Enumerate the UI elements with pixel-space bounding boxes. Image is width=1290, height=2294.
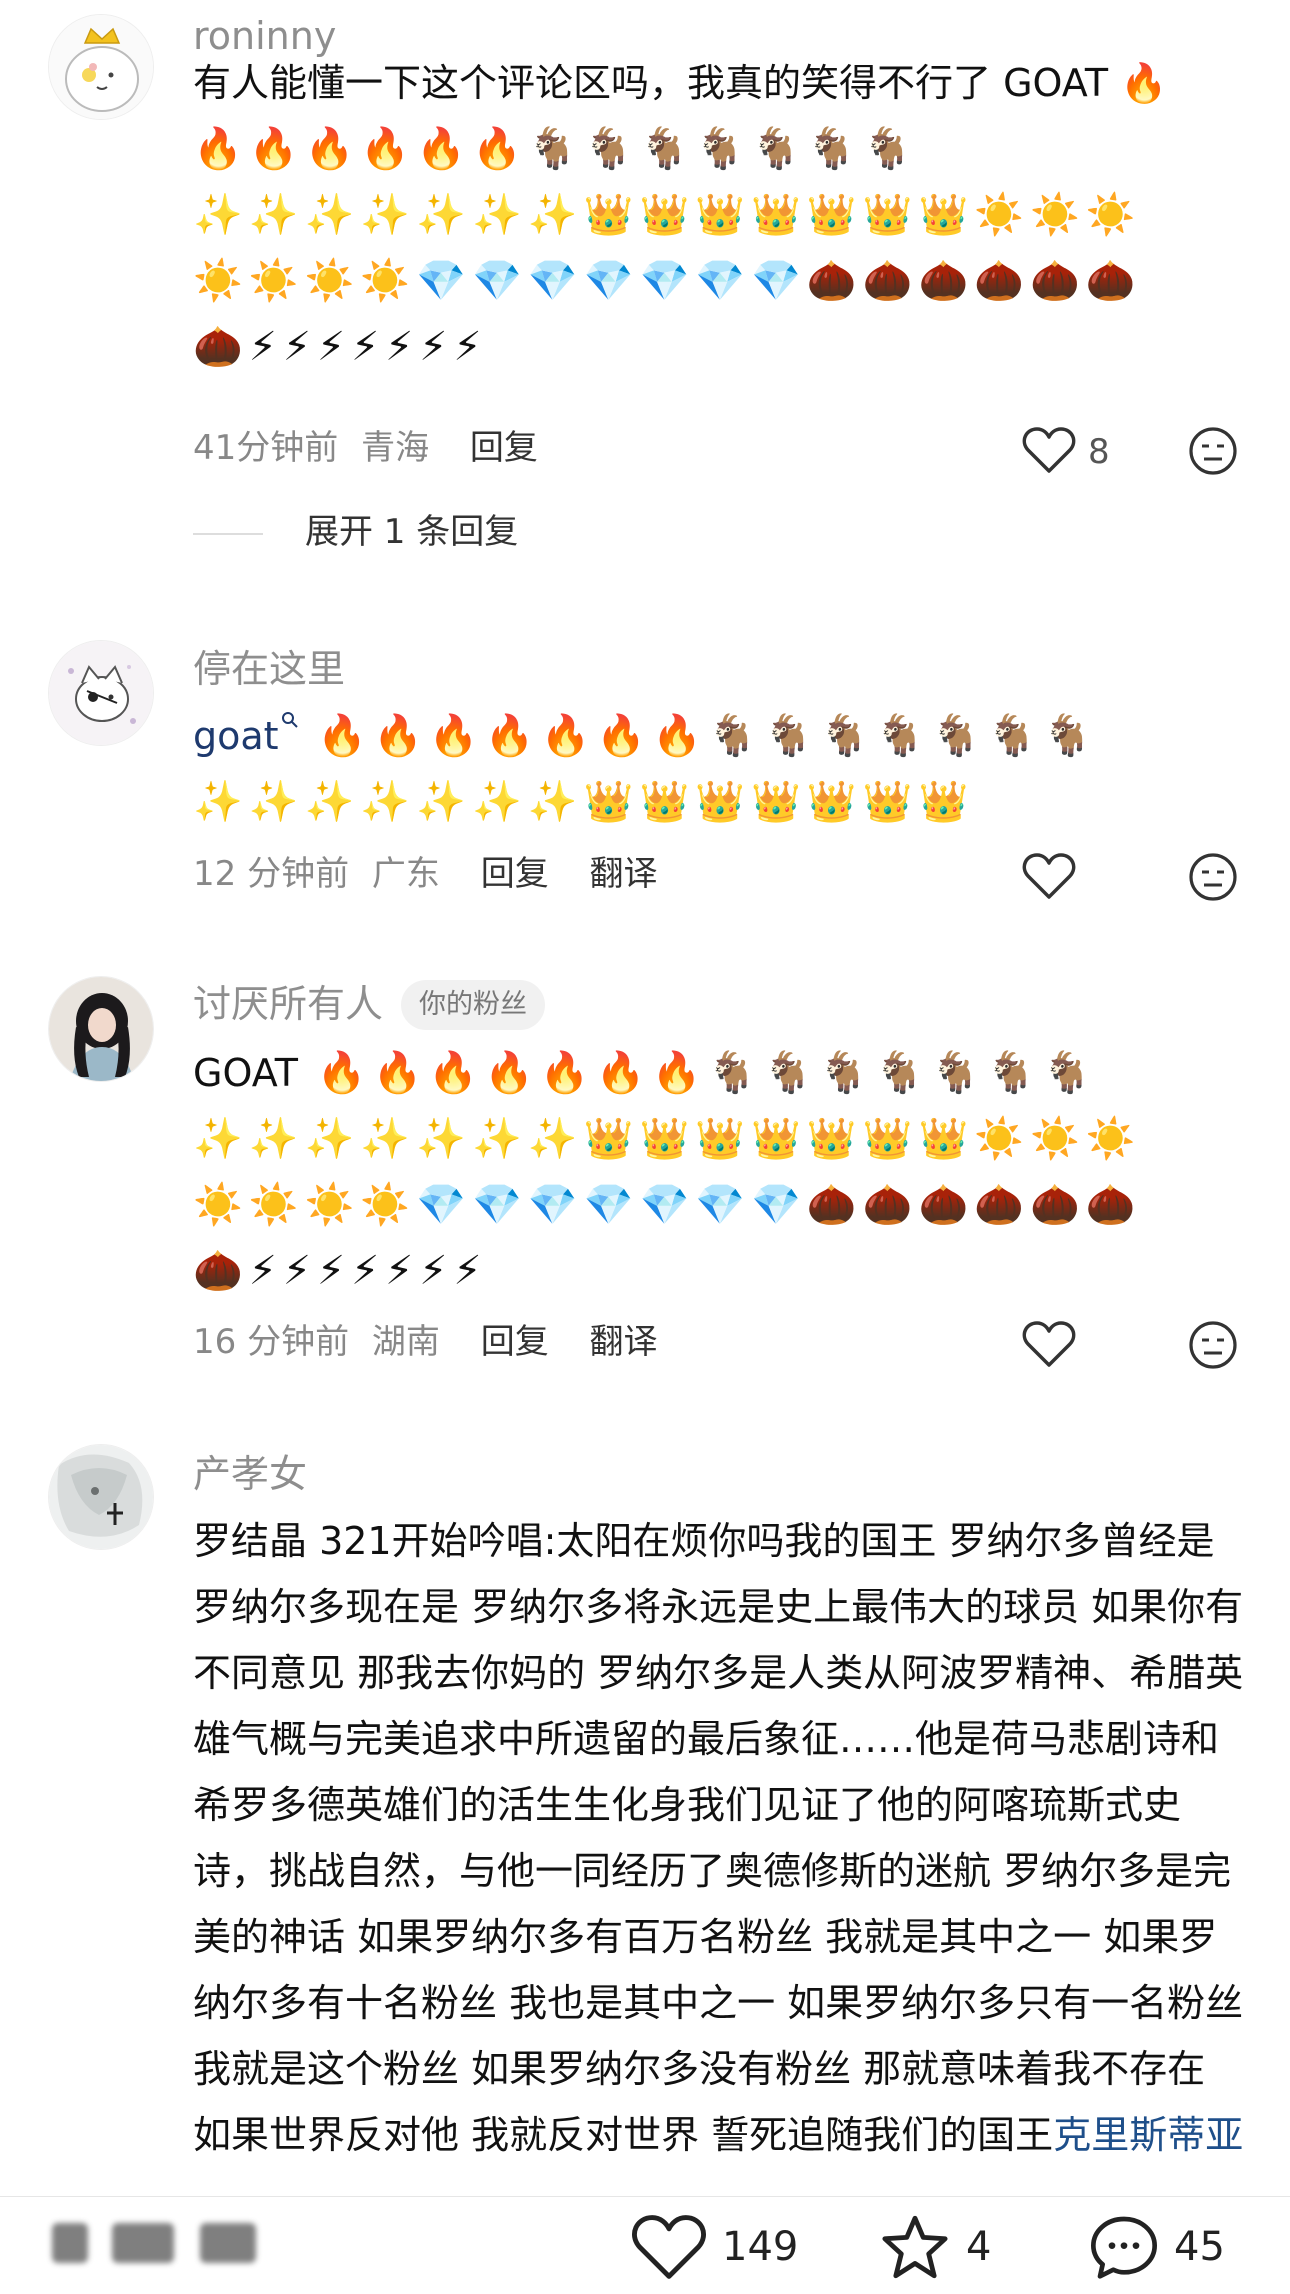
translate-button[interactable]: 翻译 (590, 1322, 658, 1362)
star-icon (882, 2215, 948, 2279)
emoji-row: 🌰⚡⚡⚡⚡⚡⚡⚡ (193, 1248, 488, 1294)
comment-input-placeholder[interactable] (112, 2223, 174, 2263)
comment-prefix: GOAT (193, 1051, 298, 1095)
bottom-action-bar: 149 4 45 (0, 2196, 1290, 2294)
cat-crown-avatar-icon (49, 15, 153, 119)
translate-button[interactable]: 翻译 (590, 854, 658, 894)
pirate-cat-avatar-icon (49, 641, 153, 745)
comment-input-placeholder[interactable] (52, 2223, 88, 2263)
like-button[interactable] (1022, 848, 1082, 904)
anime-avatar-icon (49, 1445, 153, 1549)
comment-text: 有人能懂一下这个评论区吗，我真的笑得不行了 GOAT 🔥 🔥🔥🔥🔥🔥🔥🐐🐐🐐🐐🐐… (193, 50, 1253, 380)
comment-body: 罗结晶 321开始吟唱:太阳在烦你吗我的国王 罗纳尔多曾经是 罗纳尔多现在是 罗… (193, 1519, 1244, 2157)
comment-text: 罗结晶 321开始吟唱:太阳在烦你吗我的国王 罗纳尔多曾经是 罗纳尔多现在是 罗… (193, 1508, 1253, 2168)
avatar[interactable] (48, 976, 154, 1082)
favorite-count: 4 (966, 2224, 992, 2270)
emoji-row: ☀️☀️☀️☀️💎💎💎💎💎💎💎🌰🌰🌰🌰🌰🌰 (193, 258, 1142, 304)
emoji-row: 🌰⚡⚡⚡⚡⚡⚡⚡ (193, 324, 488, 370)
divider (193, 532, 263, 535)
heart-icon (1022, 427, 1076, 473)
username[interactable]: 停在这里 (193, 645, 345, 693)
location: 湖南 (371, 1322, 440, 1362)
emoji-row: ✨✨✨✨✨✨✨👑👑👑👑👑👑👑 (193, 779, 975, 825)
heart-icon (632, 2215, 706, 2279)
timestamp: 16 分钟前 (193, 1322, 350, 1362)
emoji-row: ✨✨✨✨✨✨✨👑👑👑👑👑👑👑☀️☀️☀️ (193, 192, 1142, 238)
comment-meta: 12 分钟前 广东 回复 翻译 (193, 852, 658, 896)
comment-input-placeholder[interactable] (200, 2223, 256, 2263)
heart-icon (1022, 1321, 1076, 1367)
like-button[interactable] (1022, 422, 1082, 478)
emoji-row: ✨✨✨✨✨✨✨👑👑👑👑👑👑👑☀️☀️☀️ (193, 1116, 1142, 1162)
dislike-face-icon[interactable] (1188, 1320, 1238, 1370)
comment-first-line: 有人能懂一下这个评论区吗，我真的笑得不行了 GOAT 🔥 (193, 61, 1168, 105)
expand-replies-button[interactable]: 展开 1 条回复 (193, 510, 518, 554)
avatar[interactable] (48, 640, 154, 746)
emoji-run: 🔥🔥🔥🔥🔥🔥🔥🐐🐐🐐🐐🐐🐐🐐 (317, 713, 1099, 759)
like-count: 149 (722, 2224, 799, 2270)
like-action[interactable]: 149 (630, 2207, 798, 2287)
avatar[interactable] (48, 14, 154, 120)
like-count: 8 (1088, 432, 1110, 472)
like-button[interactable] (1022, 1316, 1082, 1372)
reply-button[interactable]: 回复 (481, 1322, 549, 1362)
location: 广东 (371, 854, 440, 894)
search-icon (281, 712, 298, 728)
comment-meta: 16 分钟前 湖南 回复 翻译 (193, 1320, 658, 1364)
expand-replies-label: 展开 1 条回复 (305, 512, 519, 552)
username[interactable]: 讨厌所有人 你的粉丝 (193, 980, 546, 1030)
fan-badge: 你的粉丝 (401, 980, 546, 1030)
comment-action[interactable]: 45 (1088, 2207, 1225, 2287)
comment-text: GOAT 🔥🔥🔥🔥🔥🔥🔥🐐🐐🐐🐐🐐🐐🐐 ✨✨✨✨✨✨✨👑👑👑👑👑👑👑☀️☀️☀️… (193, 1040, 1253, 1304)
emoji-row: GOAT 🔥🔥🔥🔥🔥🔥🔥🐐🐐🐐🐐🐐🐐🐐 (193, 1040, 1253, 1106)
comment-meta: 41分钟前 青海 回复 (193, 426, 538, 470)
favorite-action[interactable]: 4 (878, 2207, 991, 2287)
reply-button[interactable]: 回复 (481, 854, 549, 894)
emoji-row: goat 🔥🔥🔥🔥🔥🔥🔥🐐🐐🐐🐐🐐🐐🐐 (193, 703, 1253, 769)
comment-body-cut: 界反对他 我就反对世界 誓死追随我们的国王 (307, 2113, 1054, 2157)
comment-bubble-icon (1091, 2216, 1157, 2279)
comment-count: 45 (1174, 2224, 1225, 2270)
timestamp: 41分钟前 (193, 428, 339, 468)
emoji-row: 🔥🔥🔥🔥🔥🔥🐐🐐🐐🐐🐐🐐🐐 (193, 126, 919, 172)
girl-photo-avatar-icon (49, 977, 153, 1081)
location: 青海 (361, 428, 430, 468)
name-link[interactable]: 克里斯蒂亚 (1053, 2113, 1243, 2157)
heart-icon (1022, 853, 1076, 899)
username[interactable]: 产孝女 (193, 1450, 307, 1498)
reply-button[interactable]: 回复 (470, 428, 538, 468)
emoji-row: ☀️☀️☀️☀️💎💎💎💎💎💎💎🌰🌰🌰🌰🌰🌰 (193, 1182, 1142, 1228)
avatar[interactable] (48, 1444, 154, 1550)
dislike-face-icon[interactable] (1188, 426, 1238, 476)
dislike-face-icon[interactable] (1188, 852, 1238, 902)
username-text: 讨厌所有人 (193, 982, 384, 1026)
emoji-run: 🔥🔥🔥🔥🔥🔥🔥🐐🐐🐐🐐🐐🐐🐐 (316, 1050, 1098, 1096)
search-link-goat[interactable]: goat (193, 712, 299, 758)
comment-text: goat 🔥🔥🔥🔥🔥🔥🔥🐐🐐🐐🐐🐐🐐🐐 ✨✨✨✨✨✨✨👑👑👑👑👑👑👑 (193, 703, 1253, 835)
timestamp: 12 分钟前 (193, 854, 350, 894)
